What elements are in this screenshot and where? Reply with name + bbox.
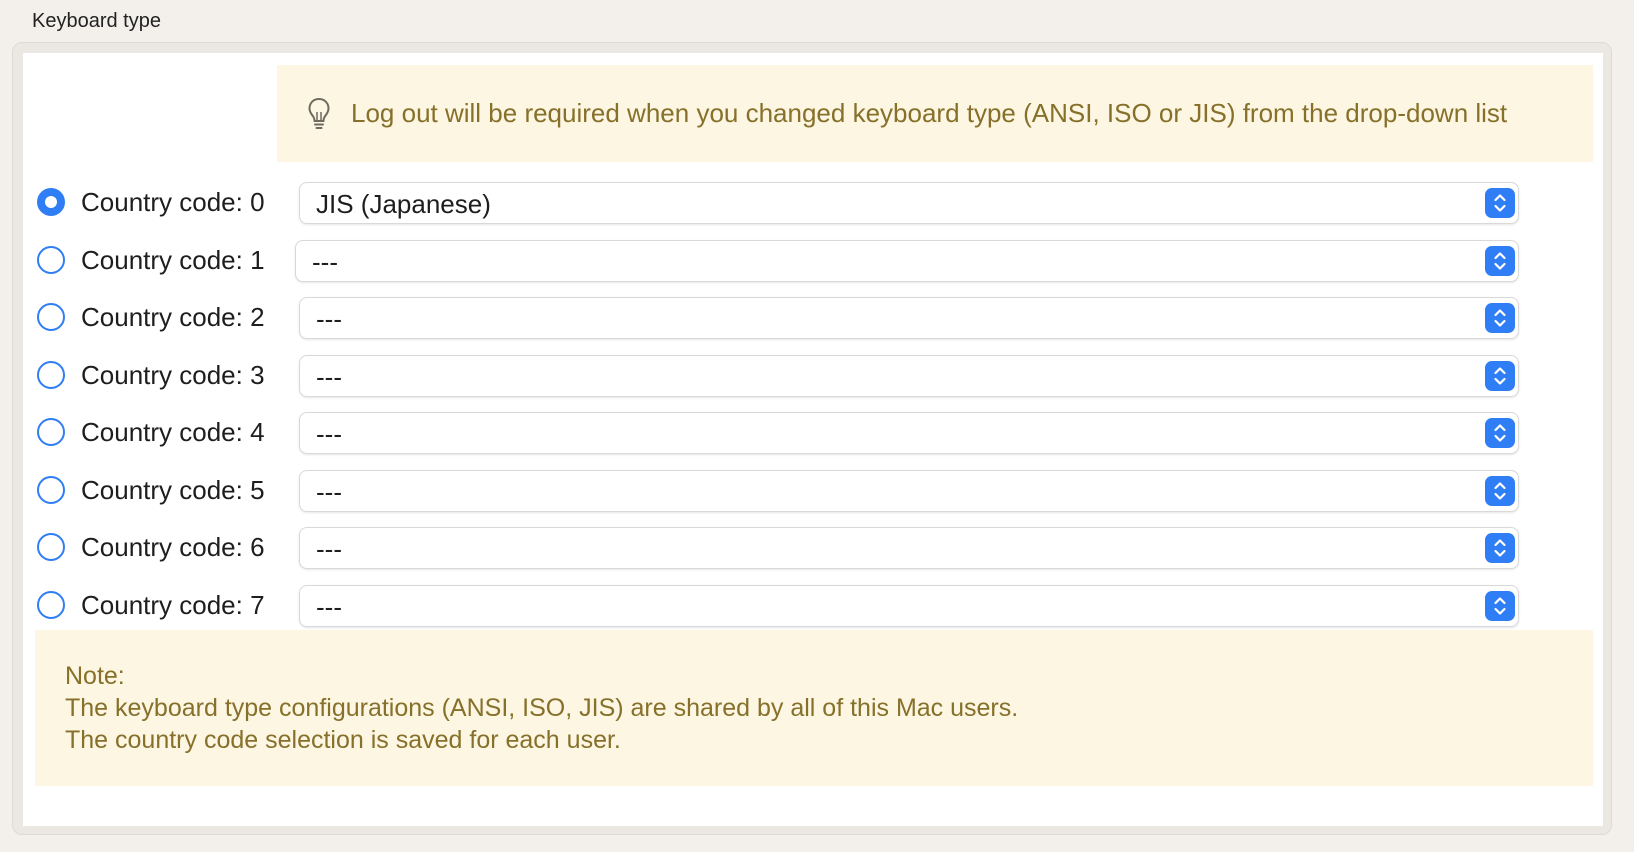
country-code-6-keyboard-type-select[interactable]: --- <box>299 527 1519 569</box>
lightbulb-icon <box>308 97 330 129</box>
country-code-5-label: Country code: 5 <box>81 475 265 505</box>
country-code-2-label: Country code: 2 <box>81 302 265 332</box>
country-code-0-radio[interactable] <box>37 188 65 216</box>
country-code-7-label: Country code: 7 <box>81 590 265 620</box>
logout-tip: Log out will be required when you change… <box>277 65 1593 162</box>
country-code-6-radio[interactable] <box>37 533 65 561</box>
country-code-row-7: Country code: 7 --- <box>23 576 1603 636</box>
country-code-3-radio[interactable] <box>37 361 65 389</box>
select-value: --- <box>316 477 342 507</box>
country-code-5-keyboard-type-select[interactable]: --- <box>299 470 1519 512</box>
country-code-5-radio[interactable] <box>37 476 65 504</box>
tip-text: Log out will be required when you change… <box>351 98 1508 128</box>
country-code-row-5: Country code: 5 --- <box>23 461 1603 521</box>
section-title: Keyboard type <box>32 10 161 32</box>
select-chevron-icon <box>1485 591 1515 621</box>
select-value: --- <box>316 362 342 392</box>
country-code-row-4: Country code: 4 --- <box>23 403 1603 463</box>
country-code-7-keyboard-type-select[interactable]: --- <box>299 585 1519 627</box>
country-code-4-label: Country code: 4 <box>81 417 265 447</box>
select-value: --- <box>316 534 342 564</box>
select-chevron-icon <box>1485 418 1515 448</box>
country-code-4-radio[interactable] <box>37 418 65 446</box>
select-chevron-icon <box>1485 361 1515 391</box>
select-value: JIS (Japanese) <box>316 189 491 219</box>
note-box: Note: The keyboard type configurations (… <box>35 630 1593 786</box>
select-value: --- <box>316 592 342 622</box>
country-code-row-3: Country code: 3 --- <box>23 346 1603 406</box>
country-code-0-keyboard-type-select[interactable]: JIS (Japanese) <box>299 182 1519 224</box>
select-chevron-icon <box>1485 303 1515 333</box>
country-code-3-keyboard-type-select[interactable]: --- <box>299 355 1519 397</box>
country-code-row-1: Country code: 1 --- <box>23 231 1603 291</box>
note-heading: Note: <box>65 662 125 690</box>
select-chevron-icon <box>1485 246 1515 276</box>
country-code-1-label: Country code: 1 <box>81 245 265 275</box>
country-code-row-2: Country code: 2 --- <box>23 288 1603 348</box>
select-chevron-icon <box>1485 188 1515 218</box>
select-value: --- <box>316 304 342 334</box>
country-code-1-radio[interactable] <box>37 246 65 274</box>
country-code-0-label: Country code: 0 <box>81 187 265 217</box>
select-value: --- <box>316 419 342 449</box>
country-code-1-keyboard-type-select[interactable]: --- <box>295 240 1519 282</box>
select-chevron-icon <box>1485 533 1515 563</box>
select-value: --- <box>312 247 338 277</box>
country-code-row-0: Country code: 0 JIS (Japanese) <box>23 173 1603 233</box>
country-code-2-radio[interactable] <box>37 303 65 331</box>
note-line-shared: The keyboard type configurations (ANSI, … <box>65 694 1019 722</box>
select-chevron-icon <box>1485 476 1515 506</box>
keyboard-type-panel: Log out will be required when you change… <box>23 53 1603 826</box>
keyboard-type-group: Log out will be required when you change… <box>12 42 1612 835</box>
country-code-7-radio[interactable] <box>37 591 65 619</box>
country-code-6-label: Country code: 6 <box>81 532 265 562</box>
note-line-per-user: The country code selection is saved for … <box>65 726 621 754</box>
country-code-2-keyboard-type-select[interactable]: --- <box>299 297 1519 339</box>
country-code-3-label: Country code: 3 <box>81 360 265 390</box>
country-code-4-keyboard-type-select[interactable]: --- <box>299 412 1519 454</box>
country-code-row-6: Country code: 6 --- <box>23 518 1603 578</box>
